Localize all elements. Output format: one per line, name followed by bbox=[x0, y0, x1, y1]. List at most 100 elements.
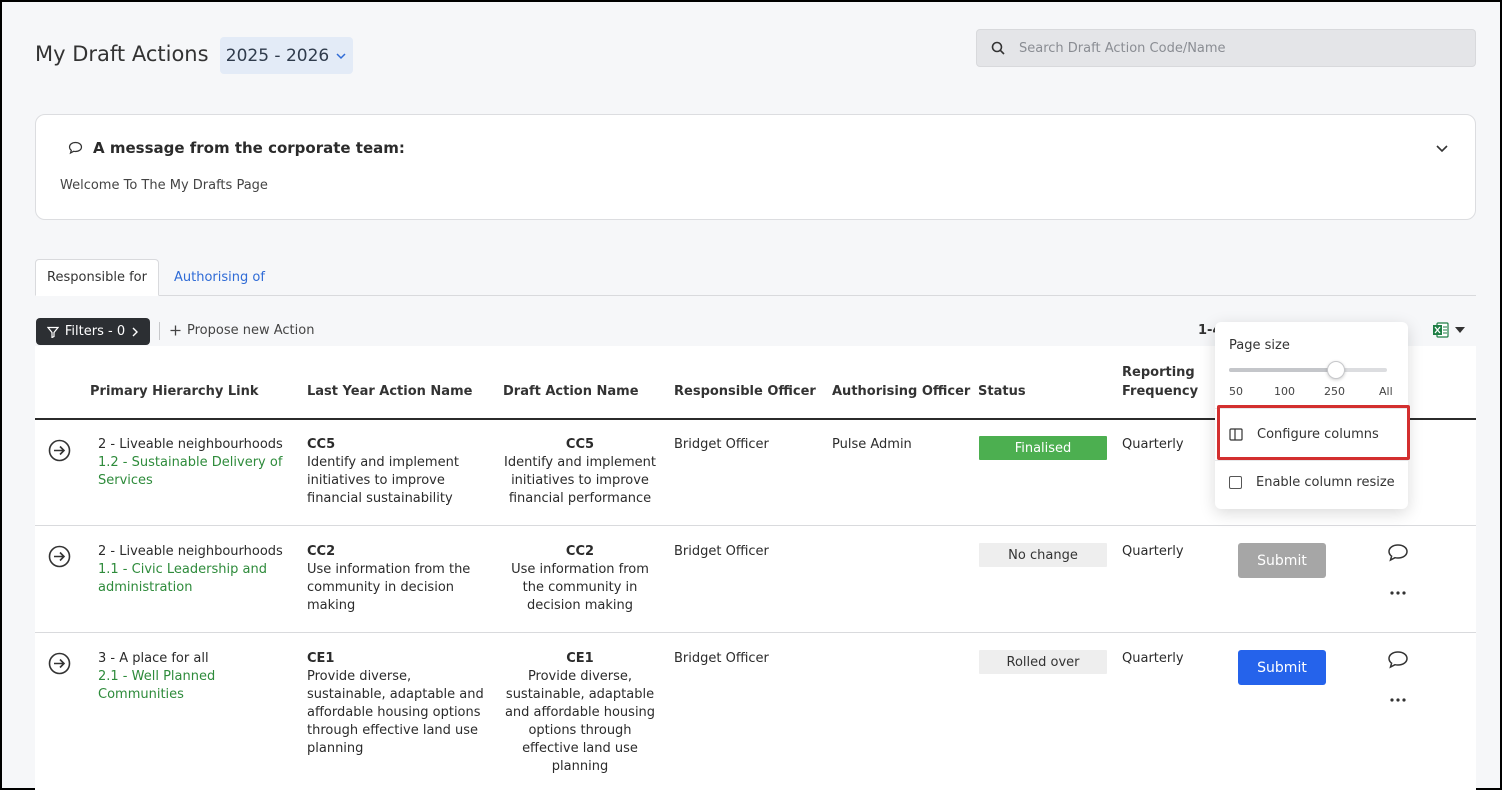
tabs-divider bbox=[35, 295, 1476, 296]
col-header-status[interactable]: Status bbox=[978, 383, 1026, 401]
col-header-authorising[interactable]: Authorising Officer bbox=[832, 383, 970, 401]
col-header-reporting[interactable]: Reporting bbox=[1122, 364, 1195, 382]
responsible-officer: Bridget Officer bbox=[674, 651, 769, 666]
submit-button[interactable]: Submit bbox=[1238, 650, 1326, 685]
message-card: A message from the corporate team: Welco… bbox=[35, 114, 1476, 220]
last-year-name-line: planning bbox=[307, 741, 364, 756]
page-size-tick[interactable]: 50 bbox=[1229, 385, 1243, 398]
checkbox[interactable] bbox=[1229, 476, 1242, 489]
arrow-circle-right-icon[interactable] bbox=[48, 652, 71, 675]
search-bar[interactable] bbox=[976, 29, 1476, 67]
menu-divider bbox=[1215, 460, 1408, 461]
draft-name-line: initiatives to improve bbox=[511, 473, 649, 488]
last-year-name-line: affordable housing options bbox=[307, 705, 481, 720]
draft-action: CC5 Identify and implement initiatives t… bbox=[500, 436, 660, 508]
page-size-label: Page size bbox=[1229, 338, 1290, 353]
draft-action: CC2 Use information from the community i… bbox=[500, 543, 660, 615]
draft-name-line: options through bbox=[528, 723, 632, 738]
draft-name-line: Identify and implement bbox=[504, 455, 656, 470]
last-year-name-line: financial sustainability bbox=[307, 491, 453, 506]
enable-resize-item[interactable]: Enable column resize bbox=[1229, 475, 1395, 490]
status-badge: No change bbox=[979, 543, 1107, 567]
col-header-last-year[interactable]: Last Year Action Name bbox=[307, 383, 472, 401]
responsible-officer: Bridget Officer bbox=[674, 544, 769, 559]
excel-icon bbox=[1433, 322, 1449, 338]
hierarchy-link-line: Communities bbox=[98, 687, 184, 702]
row-divider bbox=[35, 525, 1476, 526]
last-year-name-line: initiatives to improve bbox=[307, 473, 445, 488]
message-title: A message from the corporate team: bbox=[68, 139, 405, 157]
last-year-code: CC5 bbox=[307, 437, 336, 452]
last-year-name-line: Identify and implement bbox=[307, 455, 459, 470]
last-year-action: CC5 Identify and implement initiatives t… bbox=[307, 436, 459, 508]
more-options-icon[interactable] bbox=[1389, 590, 1407, 596]
arrow-circle-right-icon[interactable] bbox=[48, 545, 71, 568]
status-badge: Rolled over bbox=[979, 650, 1107, 674]
last-year-name-line: Use information from the bbox=[307, 562, 471, 577]
page-size-tick[interactable]: 250 bbox=[1324, 385, 1345, 398]
filter-icon bbox=[46, 326, 59, 338]
hierarchy-link-line: 1.2 - Sustainable Delivery of bbox=[98, 455, 283, 470]
last-year-name-line: through effective land use bbox=[307, 723, 479, 738]
hierarchy-link-line: administration bbox=[98, 580, 193, 595]
chat-bubble-icon bbox=[68, 141, 83, 155]
chevron-down-icon[interactable] bbox=[1435, 141, 1449, 155]
hierarchy-link[interactable]: 1.1 - Civic Leadership and administratio… bbox=[98, 561, 267, 597]
draft-name-line: effective land use bbox=[522, 741, 638, 756]
col-header-frequency[interactable]: Frequency bbox=[1122, 383, 1198, 401]
enable-resize-label: Enable column resize bbox=[1256, 475, 1395, 490]
last-year-action: CC2 Use information from the community i… bbox=[307, 543, 470, 615]
hierarchy-link[interactable]: 2.1 - Well Planned Communities bbox=[98, 668, 215, 704]
status-badge: Finalised bbox=[979, 436, 1107, 460]
draft-code: CE1 bbox=[566, 651, 594, 666]
draft-name-line: the community in bbox=[522, 580, 638, 595]
chevron-down-icon bbox=[336, 52, 346, 59]
propose-action-button[interactable]: Propose new Action bbox=[170, 323, 314, 338]
hierarchy-link-line: Services bbox=[98, 473, 153, 488]
draft-action: CE1 Provide diverse, sustainable, adapta… bbox=[500, 650, 660, 776]
last-year-name-line: sustainable, adaptable and bbox=[307, 687, 484, 702]
propose-label: Propose new Action bbox=[187, 323, 315, 338]
last-year-name-line: community in decision bbox=[307, 580, 455, 595]
last-year-name-line: making bbox=[307, 598, 356, 613]
search-icon bbox=[991, 41, 1005, 55]
filters-button[interactable]: Filters - 0 bbox=[36, 318, 150, 345]
draft-name-line: and affordable housing bbox=[504, 705, 656, 720]
page-size-tick[interactable]: 100 bbox=[1274, 385, 1295, 398]
submit-button[interactable]: Submit bbox=[1238, 543, 1326, 578]
col-header-hierarchy[interactable]: Primary Hierarchy Link bbox=[90, 383, 258, 401]
draft-name-line: Use information from bbox=[511, 562, 649, 577]
toolbar-divider bbox=[159, 322, 160, 340]
col-header-draft-name[interactable]: Draft Action Name bbox=[503, 383, 639, 401]
page-title: My Draft Actions bbox=[35, 42, 209, 66]
message-body: Welcome To The My Drafts Page bbox=[60, 178, 268, 193]
col-header-responsible[interactable]: Responsible Officer bbox=[674, 383, 816, 401]
caret-down-icon bbox=[1455, 327, 1465, 333]
comment-icon[interactable] bbox=[1387, 650, 1409, 670]
year-select[interactable]: 2025 - 2026 bbox=[220, 37, 353, 74]
tab-authorising-of[interactable]: Authorising of bbox=[174, 270, 265, 285]
year-select-value: 2025 - 2026 bbox=[225, 45, 330, 66]
draft-code: CC2 bbox=[565, 544, 595, 559]
arrow-circle-right-icon[interactable] bbox=[48, 439, 71, 462]
export-excel-button[interactable] bbox=[1432, 322, 1465, 338]
authorising-officer: Pulse Admin bbox=[832, 437, 912, 452]
last-year-code: CC2 bbox=[307, 544, 336, 559]
page-size-tick[interactable]: All bbox=[1379, 385, 1393, 398]
search-input[interactable] bbox=[1019, 40, 1449, 56]
tab-responsible-for[interactable]: Responsible for bbox=[35, 259, 159, 296]
hierarchy-top: 2 - Liveable neighbourhoods bbox=[98, 544, 283, 559]
hierarchy-link[interactable]: 1.2 - Sustainable Delivery of Services bbox=[98, 454, 282, 490]
page-size-slider-thumb[interactable] bbox=[1327, 361, 1345, 379]
row-divider bbox=[35, 632, 1476, 633]
draft-code: CC5 bbox=[565, 437, 595, 452]
hierarchy-link-line: 1.1 - Civic Leadership and bbox=[98, 562, 267, 577]
more-options-icon[interactable] bbox=[1389, 697, 1407, 703]
last-year-action: CE1 Provide diverse, sustainable, adapta… bbox=[307, 650, 484, 758]
highlight-annotation bbox=[1217, 405, 1410, 460]
hierarchy-top: 2 - Liveable neighbourhoods bbox=[98, 437, 283, 452]
plus-icon bbox=[170, 325, 181, 336]
last-year-code: CE1 bbox=[307, 651, 335, 666]
draft-name-line: decision making bbox=[527, 598, 633, 613]
comment-icon[interactable] bbox=[1387, 543, 1409, 563]
